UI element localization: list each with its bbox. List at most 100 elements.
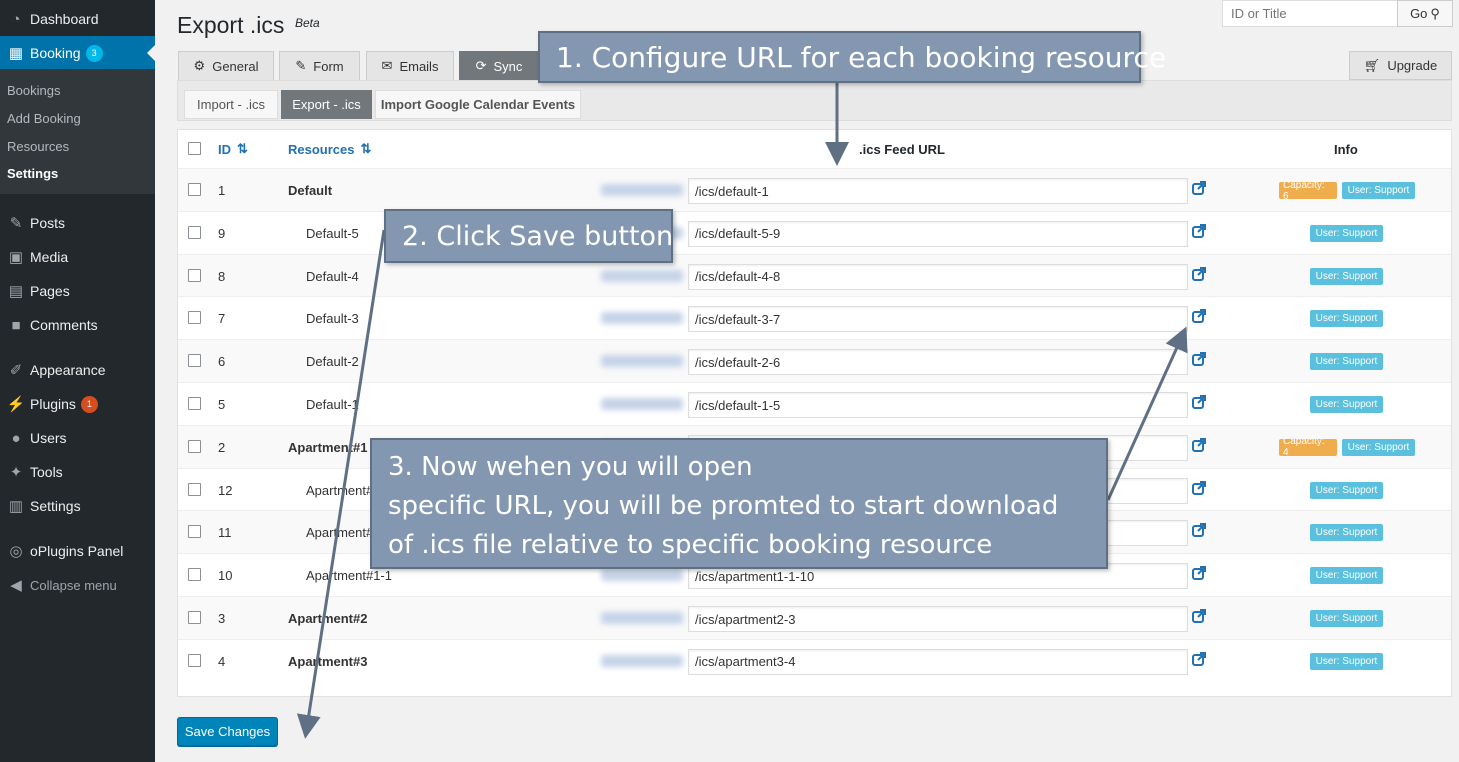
menu-settings[interactable]: ▥ Settings xyxy=(0,489,155,523)
row-checkbox[interactable] xyxy=(188,311,201,325)
sort-icon: ⇅ xyxy=(237,141,248,156)
edit-icon: ✎ xyxy=(295,58,307,73)
open-link-icon[interactable] xyxy=(1192,266,1206,281)
table-row: 6 Default-2 User: Support xyxy=(178,339,1451,383)
id-column-header[interactable]: ID ⇅ xyxy=(218,130,248,168)
menu-dashboard[interactable]: ◔ Dashboard xyxy=(0,2,155,36)
row-resource-name: Apartment# xyxy=(306,525,374,541)
circle-icon: ◎ xyxy=(9,543,23,560)
row-id: 4 xyxy=(218,653,226,669)
beta-label: Beta xyxy=(295,16,320,30)
callout-line: of .ics file relative to specific bookin… xyxy=(388,530,993,560)
blurred-site-url xyxy=(601,612,683,624)
open-link-icon[interactable] xyxy=(1192,352,1206,367)
feed-url-input[interactable] xyxy=(688,392,1188,418)
menu-plugins[interactable]: ⚡ Plugins 1 xyxy=(0,387,155,421)
row-resource-name: Apartment#1 xyxy=(288,439,368,455)
menu-collapse[interactable]: ◀ Collapse menu xyxy=(0,568,155,602)
user-label: User: Support xyxy=(1310,481,1383,499)
open-link-icon[interactable] xyxy=(1192,223,1206,238)
row-checkbox[interactable] xyxy=(188,653,201,667)
select-all-checkbox[interactable] xyxy=(188,142,201,155)
cart-icon: 🛒︎ xyxy=(1363,57,1381,73)
row-checkbox[interactable] xyxy=(188,354,201,368)
submenu-resources[interactable]: Resources xyxy=(7,139,69,154)
blurred-site-url xyxy=(601,269,683,282)
row-id: 2 xyxy=(218,439,226,455)
row-checkbox[interactable] xyxy=(188,611,201,624)
booking-count-badge: 3 xyxy=(85,44,103,62)
search-icon: ⚲ xyxy=(1430,5,1440,21)
submenu-settings[interactable]: Settings xyxy=(7,166,58,181)
subtab-import-ics[interactable]: Import - .ics xyxy=(184,90,278,119)
feed-url-input[interactable] xyxy=(688,306,1188,333)
resources-column-header[interactable]: Resources ⇅ xyxy=(288,130,371,168)
row-checkbox[interactable] xyxy=(188,183,201,196)
feed-url-input[interactable] xyxy=(688,349,1188,376)
capacity-label: Capacity: 6 xyxy=(1279,180,1337,202)
callout-configure-url: 1. Configure URL for each booking resour… xyxy=(538,31,1166,83)
search-input[interactable] xyxy=(1222,0,1398,27)
blurred-site-url xyxy=(601,569,683,582)
open-link-icon[interactable] xyxy=(1192,609,1206,623)
feed-url-input[interactable] xyxy=(688,606,1188,632)
save-changes-button[interactable]: Save Changes xyxy=(177,717,278,746)
go-button[interactable]: Go ⚲ xyxy=(1397,0,1453,27)
callout-click-save: 2. Click Save button xyxy=(384,209,673,263)
open-link-icon[interactable] xyxy=(1192,651,1206,666)
row-resource-name: Default-2 xyxy=(306,354,359,370)
open-link-icon[interactable] xyxy=(1192,181,1206,195)
feed-url-input[interactable] xyxy=(688,178,1188,204)
submenu-add-booking[interactable]: Add Booking xyxy=(7,111,81,126)
row-resource-name: Default-4 xyxy=(306,268,359,284)
feed-url-input[interactable] xyxy=(688,263,1188,290)
tab-form[interactable]: ✎ Form xyxy=(279,51,360,80)
row-checkbox[interactable] xyxy=(188,482,201,496)
user-label: User: Support xyxy=(1310,652,1383,670)
menu-pages[interactable]: ▤ Pages xyxy=(0,274,155,308)
menu-users[interactable]: ● Users xyxy=(0,421,155,455)
row-resource-name: Default-3 xyxy=(306,311,359,327)
subtab-import-google[interactable]: Import Google Calendar Events xyxy=(375,90,581,119)
row-checkbox[interactable] xyxy=(188,568,201,582)
menu-media[interactable]: ▣ Media xyxy=(0,240,155,274)
open-link-icon[interactable] xyxy=(1192,523,1206,538)
subtab-export-ics[interactable]: Export - .ics xyxy=(281,90,372,119)
menu-booking[interactable]: ▦ Booking 3 xyxy=(0,36,155,70)
dashboard-icon: ◔ xyxy=(11,10,21,28)
blurred-site-url xyxy=(601,398,683,410)
row-id: 8 xyxy=(218,268,226,284)
open-link-icon[interactable] xyxy=(1192,437,1206,452)
menu-comments[interactable]: ■ Comments xyxy=(0,308,155,342)
user-label: User: Support xyxy=(1310,353,1383,371)
menu-oplugins-panel[interactable]: ◎ oPlugins Panel xyxy=(0,534,155,568)
open-link-icon[interactable] xyxy=(1192,566,1206,581)
open-link-icon[interactable] xyxy=(1192,309,1206,324)
open-link-icon[interactable] xyxy=(1192,395,1206,409)
row-checkbox[interactable] xyxy=(188,525,201,539)
tab-sync[interactable]: ⟳ Sync xyxy=(459,51,539,80)
user-label: User: Support xyxy=(1310,610,1383,627)
feed-url-input[interactable] xyxy=(688,648,1188,675)
row-resource-name: Apartment#3 xyxy=(288,653,368,669)
row-checkbox[interactable] xyxy=(188,397,201,410)
row-checkbox[interactable] xyxy=(188,439,201,453)
submenu-bookings[interactable]: Bookings xyxy=(7,83,60,98)
menu-tools[interactable]: ✦ Tools xyxy=(0,455,155,489)
menu-posts[interactable]: ✎ Posts xyxy=(0,206,155,240)
user-label: User: Support xyxy=(1310,267,1383,285)
comment-icon: ■ xyxy=(11,316,21,334)
row-id: 5 xyxy=(218,397,226,412)
feed-url-input[interactable] xyxy=(688,220,1188,247)
user-label: User: Support xyxy=(1310,224,1383,242)
row-checkbox[interactable] xyxy=(188,225,201,239)
menu-appearance[interactable]: ✐ Appearance xyxy=(0,353,155,387)
tab-emails[interactable]: ✉ Emails xyxy=(366,51,454,80)
pin-icon: ✎ xyxy=(9,215,23,232)
admin-sidebar: ◔ Dashboard ▦ Booking 3 Bookings Add Boo… xyxy=(0,0,155,762)
table-row: 3 Apartment#2 User: Support xyxy=(178,596,1451,639)
row-checkbox[interactable] xyxy=(188,268,201,282)
upgrade-button[interactable]: 🛒︎ Upgrade xyxy=(1349,51,1452,80)
tab-general[interactable]: ⚙ General xyxy=(178,51,274,80)
open-link-icon[interactable] xyxy=(1192,480,1206,495)
